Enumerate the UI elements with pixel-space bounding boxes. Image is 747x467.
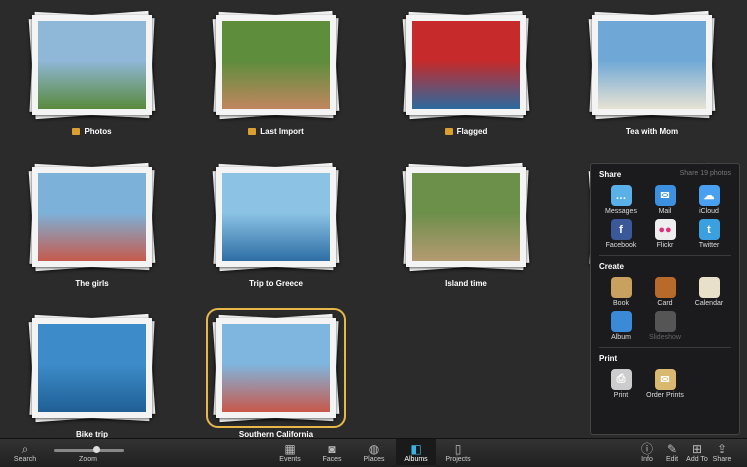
card-icon	[654, 277, 676, 298]
toolbar-label: Places	[363, 456, 385, 463]
album-island-time[interactable]: Island time	[391, 162, 541, 288]
item-label: Book	[613, 300, 629, 307]
icloud-icon: ☁	[698, 185, 720, 206]
search-icon: ⌕	[21, 442, 29, 456]
search-label: Search	[13, 456, 37, 463]
item-label: Messages	[605, 208, 637, 215]
toolbar-places[interactable]: ◍ Places	[354, 442, 394, 463]
share-icon: ⇪	[716, 442, 728, 456]
album-cover-photo	[222, 21, 330, 109]
item-label: Card	[657, 300, 673, 307]
album-button[interactable]: Album	[599, 311, 643, 341]
toolbar-projects[interactable]: ▯ Projects	[438, 442, 478, 463]
faces-icon: ◙	[328, 442, 336, 456]
flag-icon	[444, 128, 453, 135]
messages-button[interactable]: … Messages	[599, 185, 643, 215]
messages-icon: …	[610, 185, 632, 206]
item-label: Calendar	[694, 300, 724, 307]
projects-icon: ▯	[454, 442, 462, 456]
share-heading: Share	[599, 170, 622, 179]
slideshow-icon	[654, 311, 676, 332]
item-label: Flickr	[656, 242, 674, 249]
calendar-icon	[698, 277, 720, 298]
card-button[interactable]: Card	[643, 277, 687, 307]
album-label: Flagged	[456, 127, 488, 136]
toolbar-label: Share	[712, 456, 732, 463]
album-label: Trip to Greece	[249, 279, 303, 288]
toolbar-label: Faces	[322, 456, 342, 463]
bottom-toolbar: ⌕ Search Zoom ▦ Events ◙ Faces ◍ Places ◧ Albums…	[0, 438, 747, 467]
mail-icon: ✉	[654, 185, 676, 206]
toolbar-faces[interactable]: ◙ Faces	[312, 442, 352, 463]
print-button[interactable]: ⎙ Print	[599, 369, 643, 399]
facebook-icon: f	[610, 219, 632, 240]
facebook-button[interactable]: f Facebook	[599, 219, 643, 249]
album-bike-trip[interactable]: Bike trip	[17, 313, 167, 439]
albums-icon: ◧	[410, 442, 422, 456]
order-prints-icon: ✉	[654, 369, 676, 390]
album-label: Tea with Mom	[625, 127, 679, 136]
toolbar-label: Albums	[404, 456, 428, 463]
events-icon: ▦	[284, 442, 296, 456]
album-cover-photo	[38, 21, 146, 109]
item-label: Album	[611, 334, 631, 341]
album-photos[interactable]: Photos	[17, 10, 167, 136]
search-button[interactable]: ⌕ Search	[5, 442, 45, 463]
album-cover-photo	[38, 173, 146, 261]
print-heading: Print	[599, 354, 618, 363]
twitter-button[interactable]: t Twitter	[687, 219, 731, 249]
album-cover-photo	[38, 324, 146, 412]
album-flagged[interactable]: Flagged	[391, 10, 541, 136]
clock-icon	[248, 128, 257, 135]
album-cover-photo	[412, 173, 520, 261]
share-popover: Share Share 19 photos … Messages ✉ Mail ☁ iClou…	[590, 163, 740, 435]
zoom-slider-knob[interactable]	[93, 446, 100, 453]
album-cover-photo	[412, 21, 520, 109]
album-label: The girls	[75, 279, 109, 288]
flickr-button[interactable]: ●● Flickr	[643, 219, 687, 249]
order-prints-button[interactable]: ✉ Order Prints	[643, 369, 687, 399]
item-label: Facebook	[605, 242, 637, 249]
album-trip-to-greece[interactable]: Trip to Greece	[201, 162, 351, 288]
toolbar-label: Events	[279, 456, 301, 463]
item-label: Slideshow	[649, 334, 681, 341]
create-heading: Create	[599, 262, 624, 271]
album-southern-california[interactable]: Southern California	[201, 308, 351, 439]
printer-icon: ⎙	[610, 369, 632, 390]
album-cover-photo	[222, 173, 330, 261]
book-icon	[610, 277, 632, 298]
places-icon: ◍	[368, 442, 380, 456]
album-cover-photo	[598, 21, 706, 109]
zoom-slider[interactable]	[44, 446, 134, 453]
album-the-girls[interactable]: The girls	[17, 162, 167, 288]
album-label: Island time	[445, 279, 487, 288]
item-label: Order Prints	[646, 392, 684, 399]
zoom-label: Zoom	[79, 456, 97, 463]
item-label: Twitter	[698, 242, 720, 249]
album-icon	[610, 311, 632, 332]
calendar-button[interactable]: Calendar	[687, 277, 731, 307]
album-cover-photo	[222, 324, 330, 412]
toolbar-events[interactable]: ▦ Events	[270, 442, 310, 463]
icloud-button[interactable]: ☁ iCloud	[687, 185, 731, 215]
photos-icon	[72, 128, 81, 135]
slideshow-button[interactable]: Slideshow	[643, 311, 687, 341]
item-label: Print	[613, 392, 629, 399]
item-label: Mail	[658, 208, 672, 215]
toolbar-label: Projects	[445, 456, 471, 463]
toolbar-share[interactable]: ⇪ Share	[702, 442, 742, 463]
toolbar-albums[interactable]: ◧ Albums	[396, 439, 436, 465]
item-label: iCloud	[699, 208, 719, 215]
twitter-icon: t	[698, 219, 720, 240]
share-count[interactable]: Share 19 photos	[680, 170, 731, 179]
album-last-import[interactable]: Last Import	[201, 10, 351, 136]
album-tea-with-mom[interactable]: Tea with Mom	[577, 10, 727, 136]
mail-button[interactable]: ✉ Mail	[643, 185, 687, 215]
flickr-icon: ●●	[654, 219, 676, 240]
book-button[interactable]: Book	[599, 277, 643, 307]
album-label: Photos	[84, 127, 112, 136]
album-label: Last Import	[260, 127, 304, 136]
